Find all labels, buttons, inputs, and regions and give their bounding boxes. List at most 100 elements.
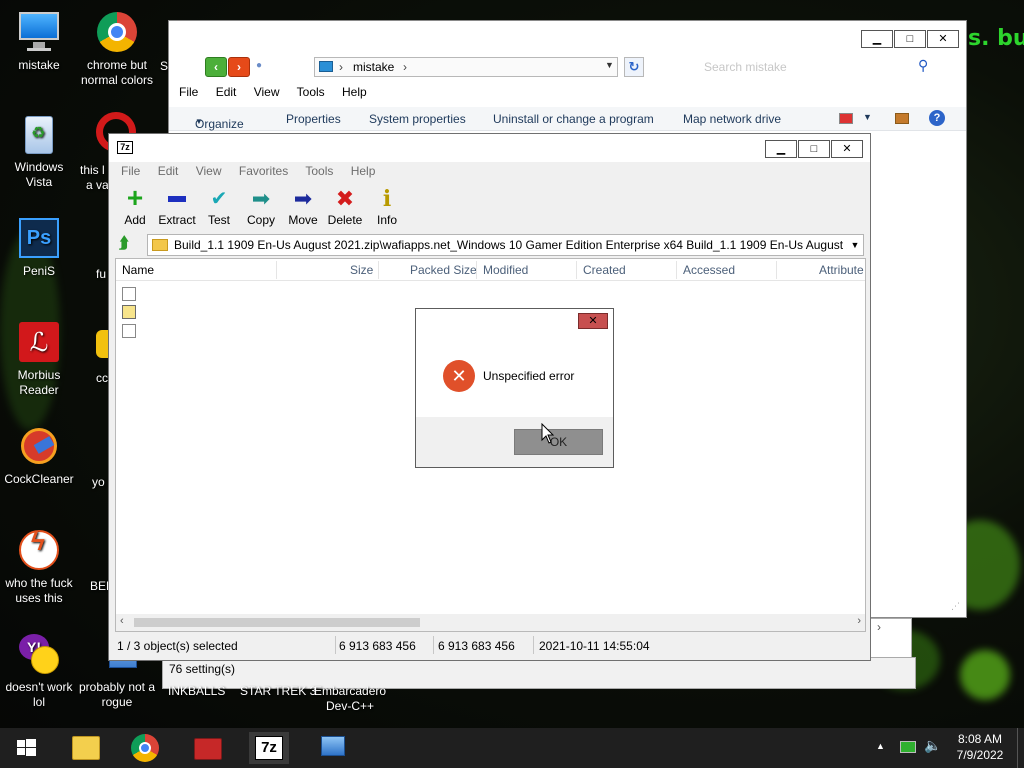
- search-icon[interactable]: ⚲: [918, 57, 928, 74]
- error-dialog[interactable]: ✕ ✕ Unspecified error OK: [415, 308, 614, 468]
- explorer-maximize-button[interactable]: □: [894, 30, 926, 48]
- info-button[interactable]: i Info: [364, 182, 410, 227]
- taskbar-control-panel[interactable]: [313, 732, 353, 764]
- taskbar-7zip[interactable]: 7z: [249, 732, 289, 764]
- desktop-green-glow: [960, 650, 1010, 700]
- map-network-drive-button[interactable]: Map network drive: [683, 112, 781, 126]
- properties-button[interactable]: Properties: [286, 112, 341, 126]
- 7zip-minimize-button[interactable]: ▁: [765, 140, 797, 158]
- 7zip-title-bar[interactable]: 7z ▁ □ ✕: [109, 134, 870, 162]
- explorer-search-input[interactable]: Search mistake ⚲: [674, 57, 939, 77]
- add-label: Add: [124, 213, 146, 227]
- taskbar-chrome[interactable]: [125, 732, 165, 764]
- scroll-right-icon[interactable]: ›: [857, 615, 861, 627]
- history-dropdown-icon[interactable]: ●: [256, 60, 262, 71]
- ok-button[interactable]: OK: [514, 429, 603, 455]
- column-name[interactable]: Name: [122, 263, 154, 277]
- explorer-address-bar[interactable]: › mistake › ▼: [314, 57, 618, 77]
- test-button[interactable]: ✔ Test: [196, 182, 242, 227]
- 7zip-menu-view[interactable]: View: [196, 164, 222, 178]
- 7zip-maximize-button[interactable]: □: [798, 140, 830, 158]
- 7zip-menu-file[interactable]: File: [121, 164, 140, 178]
- column-modified[interactable]: Modified: [483, 263, 528, 277]
- explorer-menu-view[interactable]: View: [254, 85, 280, 99]
- 7zip-close-button[interactable]: ✕: [831, 140, 863, 158]
- volume-icon[interactable]: 🔈: [924, 737, 941, 754]
- column-packed-size[interactable]: Packed Size: [410, 263, 477, 277]
- 7zip-menu-bar: File Edit View Favorites Tools Help: [121, 164, 389, 178]
- copy-button[interactable]: ➡ Copy: [238, 182, 284, 228]
- 7zip-menu-tools[interactable]: Tools: [305, 164, 333, 178]
- 7zip-path-row: ⮭ Build_1.1 1909 En-Us August 2021.zip\w…: [119, 234, 864, 256]
- desktop-icon-chrome[interactable]: chrome but normal colors: [78, 10, 156, 88]
- 7zip-menu-edit[interactable]: Edit: [158, 164, 179, 178]
- taskbar-toolbox-app[interactable]: [188, 732, 228, 764]
- extract-button[interactable]: Extract: [154, 182, 200, 227]
- desktop-icon-morbius-reader[interactable]: ℒ Morbius Reader: [0, 320, 78, 398]
- system-properties-button[interactable]: System properties: [369, 112, 466, 126]
- resize-grip-icon[interactable]: ⋰: [951, 601, 960, 612]
- help-icon[interactable]: ?: [929, 110, 945, 126]
- chevron-down-icon[interactable]: ▼: [863, 112, 872, 122]
- chevron-right-icon[interactable]: ›: [877, 620, 881, 634]
- network-icon[interactable]: [900, 741, 916, 753]
- address-dropdown-icon[interactable]: ▼: [605, 60, 614, 70]
- column-attributes[interactable]: Attribute: [819, 263, 864, 277]
- show-desktop-button[interactable]: [1017, 728, 1024, 768]
- clock[interactable]: 8:08 AM 7/9/2022: [948, 732, 1012, 762]
- scroll-thumb[interactable]: [134, 618, 420, 627]
- iso-file-icon[interactable]: [122, 305, 136, 319]
- file-row-icon[interactable]: [122, 324, 136, 338]
- column-separator[interactable]: [676, 261, 677, 279]
- path-dropdown-icon[interactable]: ▼: [847, 235, 863, 255]
- delete-button[interactable]: ✖ Delete: [322, 182, 368, 228]
- desktop-icon-photoshop[interactable]: Ps PeniS: [0, 216, 78, 279]
- refresh-icon[interactable]: ↻: [624, 57, 644, 77]
- explorer-menu-tools[interactable]: Tools: [297, 85, 325, 99]
- view-options-icon[interactable]: [839, 113, 853, 124]
- status-selection: 1 / 3 object(s) selected: [117, 639, 238, 653]
- explorer-title-bar[interactable]: ▁ □ ✕: [169, 21, 966, 57]
- 7zip-path-input[interactable]: Build_1.1 1909 En-Us August 2021.zip\waf…: [147, 234, 864, 256]
- desktop-icon-mistake[interactable]: mistake: [0, 10, 78, 73]
- preview-pane-icon[interactable]: [895, 113, 909, 124]
- column-separator[interactable]: [276, 261, 277, 279]
- explorer-menu-file[interactable]: File: [179, 85, 198, 99]
- desktop-icon-cockcleaner[interactable]: CockCleaner: [0, 424, 78, 487]
- column-created[interactable]: Created: [583, 263, 626, 277]
- column-separator[interactable]: [476, 261, 477, 279]
- column-size[interactable]: Size: [350, 263, 373, 277]
- desktop-icon-doesnt-work[interactable]: Y! doesn't work lol: [0, 632, 78, 710]
- taskbar-file-explorer[interactable]: [66, 732, 106, 764]
- 7zip-toolbar: + Add Extract ✔ Test ➡ Copy ➡ Move ✖ Del…: [109, 182, 870, 230]
- forward-icon[interactable]: ›: [228, 57, 250, 77]
- explorer-menu-edit[interactable]: Edit: [216, 85, 237, 99]
- address-text[interactable]: mistake: [353, 60, 394, 74]
- desktop-icon-who-uses-this[interactable]: ϟ who the fuck uses this: [0, 528, 78, 606]
- column-separator[interactable]: [576, 261, 577, 279]
- 7zip-menu-favorites[interactable]: Favorites: [239, 164, 288, 178]
- scroll-left-icon[interactable]: ‹: [120, 615, 124, 627]
- column-separator[interactable]: [378, 261, 379, 279]
- explorer-minimize-button[interactable]: ▁: [861, 30, 893, 48]
- horizontal-scrollbar[interactable]: ‹ ›: [116, 614, 865, 631]
- explorer-menu-help[interactable]: Help: [342, 85, 367, 99]
- move-button[interactable]: ➡ Move: [280, 182, 326, 228]
- dialog-close-button[interactable]: ✕: [578, 313, 608, 329]
- desktop-icon-label: doesn't work lol: [5, 680, 73, 709]
- tray-overflow-icon[interactable]: ▲: [876, 741, 885, 751]
- desktop-icon-recycle-bin[interactable]: ♻ Windows Vista: [0, 112, 78, 190]
- column-separator[interactable]: [776, 261, 777, 279]
- uninstall-program-button[interactable]: Uninstall or change a program: [493, 112, 654, 126]
- folder-up-icon[interactable]: ⮭: [119, 235, 139, 255]
- back-icon[interactable]: ‹: [205, 57, 227, 77]
- explorer-close-button[interactable]: ✕: [927, 30, 959, 48]
- add-button[interactable]: + Add: [112, 182, 158, 228]
- 7zip-status-bar: 1 / 3 object(s) selected 6 913 683 456 6…: [115, 634, 864, 656]
- 7zip-menu-help[interactable]: Help: [351, 164, 376, 178]
- partial-icon-yellow: [96, 330, 108, 358]
- start-button[interactable]: [6, 732, 46, 764]
- file-row-icon[interactable]: [122, 287, 136, 301]
- desktop-icon-label: chrome but normal colors: [80, 58, 154, 87]
- column-accessed[interactable]: Accessed: [683, 263, 735, 277]
